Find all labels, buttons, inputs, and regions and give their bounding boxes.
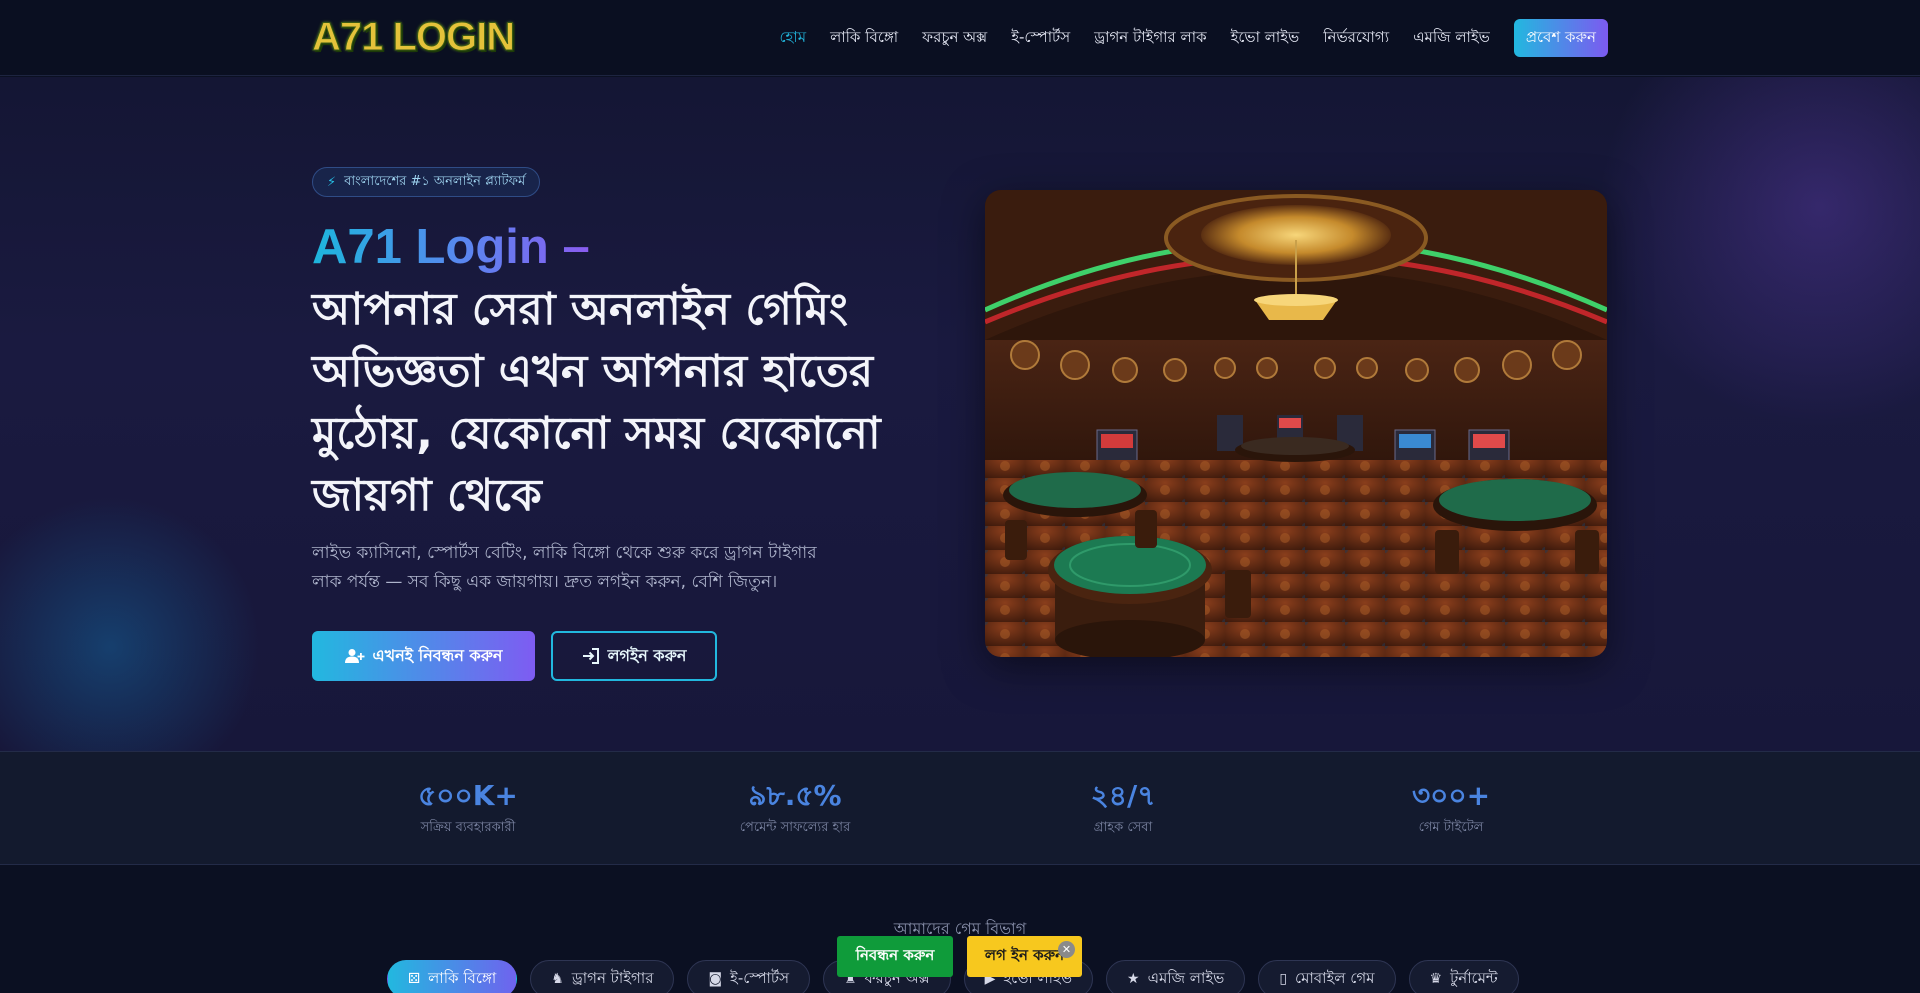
nav-item-home[interactable]: হোম	[779, 26, 806, 51]
nav-item-reliable[interactable]: নির্ভরযোগ্য	[1323, 26, 1389, 51]
nav-item-fortune-ox[interactable]: ফরচুন অক্স	[922, 26, 987, 51]
platform-badge: ⚡ বাংলাদেশের #১ অনলাইন প্ল্যাটফর্ম	[312, 167, 541, 197]
close-icon[interactable]: ✕	[1058, 941, 1075, 958]
stat-label: সক্রিয় ব্যবহারকারী	[420, 820, 516, 835]
stat-label: পেমেন্ট সাফল্যের হার	[739, 820, 851, 835]
stat-payment-success: ৯৮.৫% পেমেন্ট সাফল্যের হার	[675, 778, 915, 839]
login-button[interactable]: লগইন করুন	[551, 631, 717, 681]
tab-label: লাকি বিঙ্গো	[428, 968, 497, 987]
stat-game-titles: ৩০০+ গেম টাইটেল	[1331, 778, 1571, 839]
tab-label: মোবাইল গেম	[1295, 968, 1375, 987]
main-nav: হোম লাকি বিঙ্গো ফরচুন অক্স ই-স্পোর্টস ড্…	[779, 19, 1608, 57]
login-label: লগইন করুন	[607, 645, 687, 665]
nav-item-esports[interactable]: ই-স্পোর্টস	[1011, 26, 1070, 51]
stat-value: ৫০০K+	[418, 779, 518, 812]
tab-dragon-tiger[interactable]: ♞ ড্রাগন টাইগার	[530, 960, 675, 993]
trophy-icon: ♛	[1429, 971, 1443, 987]
stat-value: ৯৮.৫%	[748, 779, 842, 812]
nav-item-lucky-bingo[interactable]: লাকি বিঙ্গো	[830, 26, 898, 51]
stat-label: গ্রাহক সেবা	[1093, 820, 1153, 835]
sign-in-icon	[582, 648, 599, 664]
enter-button[interactable]: প্রবেশ করুন	[1513, 19, 1608, 57]
mobile-icon: ▯	[1279, 971, 1288, 987]
stats-bar: ৫০০K+ সক্রিয় ব্যবহারকারী ৯৮.৫% পেমেন্ট …	[0, 751, 1920, 865]
nav-item-mg-live[interactable]: এমজি লাইভ	[1413, 26, 1490, 51]
dice-icon: ⚄	[408, 971, 421, 987]
stat-value: ২৪/৭	[1090, 779, 1156, 812]
register-now-button[interactable]: এখনই নিবন্ধন করুন	[312, 631, 535, 681]
site-logo[interactable]: A71 LOGIN	[311, 14, 515, 60]
game-categories-heading: আমাদের গেম বিভাগ	[893, 919, 1027, 938]
hero-description: লাইভ ক্যাসিনো, স্পোর্টস বেটিং, লাকি বিঙ্…	[312, 543, 817, 592]
bolt-icon: ⚡	[327, 174, 337, 190]
tab-mg-live[interactable]: ★ এমজি লাইভ	[1106, 960, 1246, 993]
casino-hall-image	[985, 190, 1607, 657]
tab-esports[interactable]: ◙ ই-স্পোর্টস	[687, 960, 810, 993]
gamepad-icon: ◙	[708, 971, 723, 987]
nav-item-dragon-tiger[interactable]: ড্রাগন টাইগার লাক	[1094, 26, 1206, 51]
stat-active-users: ৫০০K+ সক্রিয় ব্যবহারকারী	[348, 778, 588, 839]
stat-value: ৩০০+	[1411, 779, 1491, 812]
tab-lucky-bingo[interactable]: ⚄ লাকি বিঙ্গো	[387, 960, 518, 993]
stat-label: গেম টাইটেল	[1418, 820, 1484, 835]
user-plus-icon	[344, 649, 365, 663]
hero-title: আপনার সেরা অনলাইন গেমিং অভিজ্ঞতা এখন আপন…	[312, 284, 881, 521]
hero-section: ⚡ বাংলাদেশের #১ অনলাইন প্ল্যাটফর্ম A71 L…	[0, 77, 1920, 751]
stat-customer-service: ২৪/৭ গ্রাহক সেবা	[1003, 778, 1243, 839]
tab-label: ই-স্পোর্টস	[730, 968, 789, 987]
tab-label: ড্রাগন টাইগার	[571, 968, 654, 987]
tab-tournament[interactable]: ♛ টুর্নামেন্ট	[1408, 960, 1519, 993]
hero-title-highlight: A71 Login –	[312, 217, 590, 277]
nav-item-evo-live[interactable]: ইভো লাইভ	[1231, 26, 1300, 51]
tab-label: টুর্নামেন্ট	[1450, 968, 1498, 987]
badge-label: বাংলাদেশের #১ অনলাইন প্ল্যাটফর্ম	[344, 173, 526, 189]
register-now-label: এখনই নিবন্ধন করুন	[372, 645, 503, 665]
star-icon: ★	[1127, 971, 1140, 987]
tab-mobile-game[interactable]: ▯ মোবাইল গেম	[1258, 960, 1396, 993]
floating-register-button[interactable]: নিবন্ধন করুন	[837, 936, 953, 977]
tab-label: এমজি লাইভ	[1147, 968, 1225, 987]
dragon-icon: ♞	[551, 971, 564, 987]
site-header: A71 LOGIN হোম লাকি বিঙ্গো ফরচুন অক্স ই-স…	[0, 0, 1920, 76]
